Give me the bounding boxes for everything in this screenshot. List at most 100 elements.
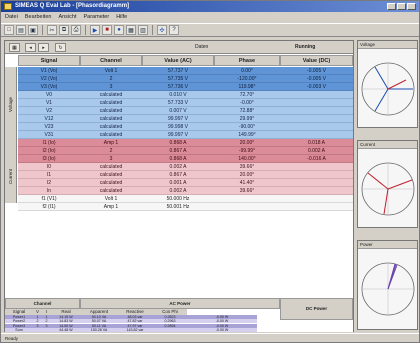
- menu-view[interactable]: Ansicht: [58, 14, 76, 22]
- col-channel[interactable]: Channel: [80, 55, 142, 66]
- table-row[interactable]: I2 (Io) 2 0.867 A -99.99° 0.002 A: [18, 147, 353, 155]
- cell-signal: f1 (V1): [41, 196, 57, 202]
- cell-ac: 57.737 V: [167, 68, 189, 74]
- cell-dc: [280, 203, 353, 210]
- grid-view-icon[interactable]: ▦: [9, 43, 20, 52]
- play-icon[interactable]: ▶: [90, 25, 100, 35]
- cell-channel: Volt 1: [104, 196, 118, 202]
- cell-dc: [280, 179, 353, 186]
- table-row[interactable]: f1 (V1) Volt 1 50.000 Hz: [18, 195, 353, 203]
- cell-ac: 0.867 A: [169, 172, 187, 178]
- copy-icon[interactable]: ⧉: [59, 25, 69, 35]
- cell-signal: In: [46, 188, 52, 194]
- cell-channel: calculated: [99, 172, 123, 178]
- table-row[interactable]: V31 calculated 99.997 V 149.99°: [18, 131, 353, 139]
- table-row[interactable]: V23 calculated 99.998 V -90.00°: [18, 123, 353, 131]
- table-row[interactable]: V1 calculated 57.733 V -0.00°: [18, 99, 353, 107]
- cell-ac: 0.010 V: [169, 92, 187, 98]
- toolbar: □ ▤ ▣ ✂ ⧉ ⎙ ▶ ■ ● ▦ ▥ ✣ ?: [1, 23, 419, 37]
- voltage-group-label: Voltage: [5, 67, 17, 139]
- open-icon[interactable]: ▤: [16, 25, 26, 35]
- table-row[interactable]: V2 (Vo) 2 57.735 V -120.00° -0.005 V: [18, 75, 353, 83]
- table-row[interactable]: V3 (Vo) 3 57.736 V 119.98° -0.003 V: [18, 83, 353, 91]
- table-row[interactable]: I2 calculated 0.001 A 41.40°: [18, 179, 353, 187]
- table-row[interactable]: V1 (Vo) Volt 1 57.737 V 0.00° -0.005 V: [18, 67, 353, 75]
- cell-phase: -0.00°: [240, 100, 254, 106]
- power-cell-cos: [153, 328, 187, 332]
- new-icon[interactable]: □: [4, 25, 14, 35]
- current-phasor-diagram: Current: [357, 140, 418, 228]
- col-phase[interactable]: Phase: [214, 55, 280, 66]
- running-status: Running: [295, 44, 316, 50]
- back-icon[interactable]: ◂: [25, 43, 36, 52]
- table-row[interactable]: I1 calculated 0.867 A 20.00°: [18, 171, 353, 179]
- cell-ac: 57.733 V: [167, 100, 189, 106]
- table-row[interactable]: I3 (Io) 3 0.868 A 140.00° -0.016 A: [18, 155, 353, 163]
- table-row[interactable]: I1 (Io) Amp 1 0.868 A 20.00° 0.018 A: [18, 139, 353, 147]
- col-value-ac[interactable]: Value (AC): [142, 55, 214, 66]
- table-row[interactable]: V0 calculated 0.010 V 72.70°: [18, 91, 353, 99]
- power-cell-apparent: 150.28 VA: [90, 327, 108, 332]
- cell-signal: I0: [46, 164, 52, 170]
- cell-signal: V0: [45, 92, 53, 98]
- cell-phase: 140.00°: [238, 156, 256, 162]
- cell-ac: 50.000 Hz: [166, 196, 190, 202]
- table-row[interactable]: V12 calculated 99.997 V 29.99°: [18, 115, 353, 123]
- cell-channel: Amp 1: [103, 140, 119, 146]
- cell-phase: 20.00°: [239, 172, 255, 178]
- cell-ac: 0.007 V: [169, 108, 187, 114]
- maximize-button[interactable]: [397, 3, 406, 10]
- table-row[interactable]: I0 calculated 0.002 A 39.66°: [18, 163, 353, 171]
- app-icon: [4, 3, 12, 10]
- power-row[interactable]: Sum 44.48 W 150.28 VA 143.82 var -0.00 W: [5, 327, 257, 332]
- help-icon[interactable]: ?: [169, 25, 179, 35]
- save-icon[interactable]: ▣: [28, 25, 38, 35]
- minimize-button[interactable]: [387, 3, 396, 10]
- cell-phase: [214, 203, 280, 210]
- cell-ac: 99.997 V: [167, 132, 189, 138]
- main-window: SIMEAS Q Eval Lab - [Phasordiagramm] Dat…: [0, 0, 420, 343]
- cell-dc: [280, 91, 353, 98]
- voltage-phasor-diagram: Voltage: [357, 40, 418, 128]
- menu-file[interactable]: Datei: [5, 14, 18, 22]
- stop-icon[interactable]: ■: [102, 25, 112, 35]
- cell-signal: V1: [45, 100, 53, 106]
- power-group-channel: Channel: [5, 298, 80, 309]
- menu-help[interactable]: Hilfe: [116, 14, 127, 22]
- cell-ac: 0.867 A: [169, 148, 187, 154]
- cell-dc: [280, 99, 353, 106]
- power-phasor-svg: [361, 262, 415, 316]
- cell-channel: calculated: [99, 100, 123, 106]
- cell-channel: calculated: [99, 132, 123, 138]
- power-phasor-diagram: Power: [357, 240, 418, 330]
- phasor-icon[interactable]: ✣: [157, 25, 167, 35]
- forward-icon[interactable]: ▸: [38, 43, 49, 52]
- close-button[interactable]: [407, 3, 416, 10]
- power-group-ac: AC Power: [80, 298, 280, 309]
- print-icon[interactable]: ⎙: [71, 25, 81, 35]
- record-icon[interactable]: ●: [114, 25, 124, 35]
- voltage-phasor-title: Voltage: [358, 41, 417, 49]
- current-phasor-svg: [361, 162, 415, 216]
- menu-edit[interactable]: Bearbeiten: [25, 14, 52, 22]
- panel-toolbar: ▦ ◂ ▸ ↻ Daten Running: [5, 41, 353, 54]
- col-signal[interactable]: Signal: [18, 55, 80, 66]
- cell-phase: -90.00°: [238, 124, 256, 130]
- cell-channel: Amp 1: [103, 204, 119, 210]
- table-icon[interactable]: ▦: [126, 25, 136, 35]
- cut-icon[interactable]: ✂: [47, 25, 57, 35]
- cell-channel: calculated: [99, 116, 123, 122]
- menu-parameter[interactable]: Parameter: [84, 14, 110, 22]
- cell-dc: -0.016 A: [307, 156, 326, 162]
- chart-icon[interactable]: ▥: [138, 25, 148, 35]
- power-table: Channel AC Power DC Power Signal V I Real Ap…: [5, 298, 353, 332]
- col-value-dc[interactable]: Value (DC): [280, 55, 353, 66]
- cell-ac: 0.002 A: [169, 164, 187, 170]
- table-row[interactable]: f2 (I1) Amp 1 50.001 Hz: [18, 203, 353, 211]
- table-row[interactable]: In calculated 0.002 A 39.66°: [18, 187, 353, 195]
- refresh-icon[interactable]: ↻: [55, 43, 66, 52]
- status-bar: Ready: [1, 333, 419, 342]
- cell-ac: 57.735 V: [167, 76, 189, 82]
- cell-signal: I1 (Io): [42, 140, 56, 146]
- table-row[interactable]: V2 calculated 0.007 V 72.88°: [18, 107, 353, 115]
